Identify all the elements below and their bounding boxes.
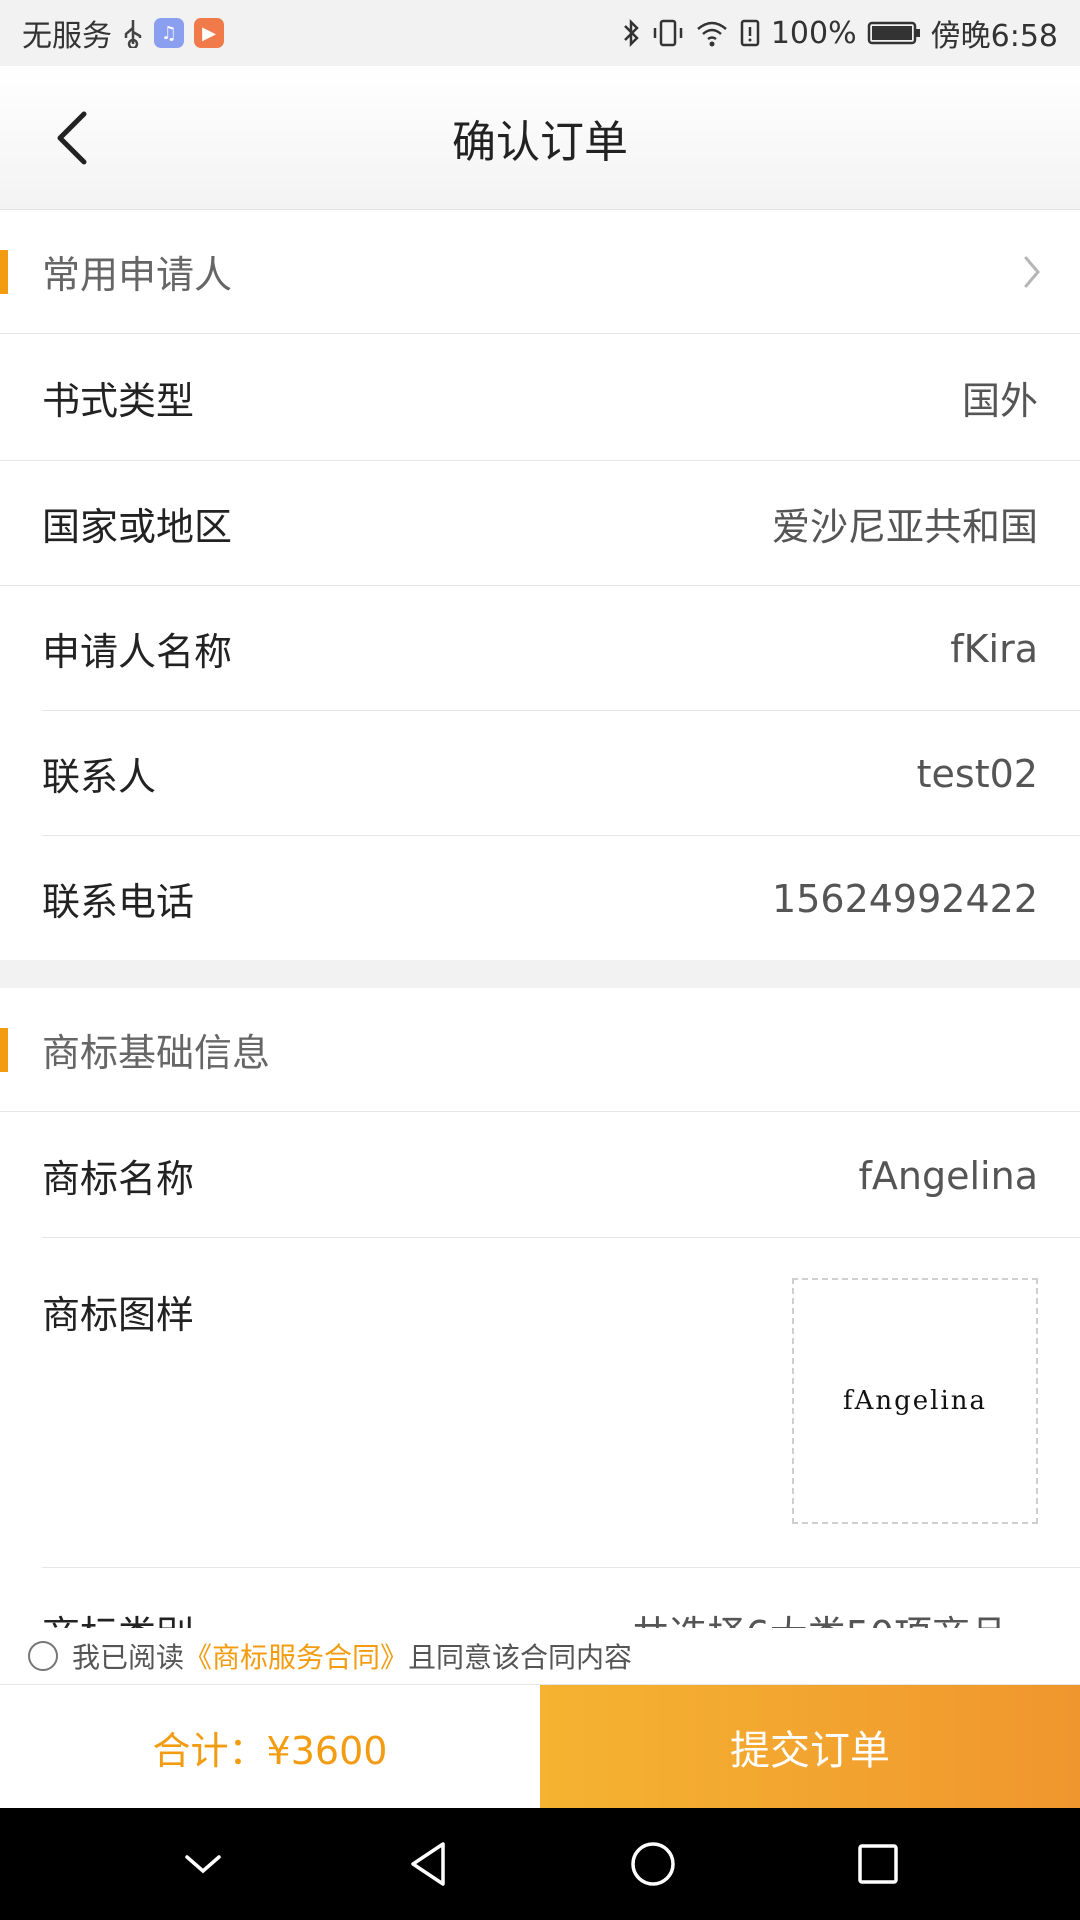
agreement-bar: 我已阅读 《商标服务合同》 且同意该合同内容	[0, 1628, 1080, 1684]
vibrate-icon	[651, 18, 685, 48]
row-label: 申请人名称	[42, 630, 233, 674]
phone-row: 联系电话 15624992422	[0, 836, 1080, 961]
square-recents-icon	[857, 1844, 898, 1884]
section-accent-bar	[0, 250, 8, 294]
section-accent-bar	[0, 1028, 8, 1072]
agreement-prefix: 我已阅读	[72, 1641, 185, 1674]
trademark-image-text: fAngelina	[842, 1386, 988, 1416]
total-price: 合计：¥3600	[0, 1685, 540, 1809]
agree-radio[interactable]	[28, 1641, 58, 1671]
submit-order-button[interactable]: 提交订单	[540, 1685, 1080, 1809]
usb-icon	[122, 18, 144, 48]
row-value: test02	[916, 751, 1038, 796]
circle-home-icon	[630, 1842, 675, 1886]
system-nav-bar	[0, 1808, 1080, 1920]
row-value: 15624992422	[772, 876, 1038, 921]
status-bar: 无服务 ♫ ▶ 100% 傍晚6:58	[0, 0, 1080, 66]
back-arrow-icon	[57, 111, 87, 165]
row-label: 商标名称	[42, 1157, 195, 1201]
row-label: 书式类型	[42, 379, 195, 423]
row-value: fAngelina	[858, 1153, 1038, 1198]
section-title: 常用申请人	[42, 253, 233, 297]
agreement-suffix: 且同意该合同内容	[408, 1641, 633, 1674]
sim-icon	[739, 18, 761, 48]
common-applicant-row[interactable]: 常用申请人	[0, 210, 1080, 334]
row-value: 国外	[961, 379, 1038, 423]
row-label: 商标类别	[42, 1604, 194, 1628]
contact-row: 联系人 test02	[0, 711, 1080, 836]
nav-home-button[interactable]	[613, 1824, 693, 1904]
chevron-down-icon	[184, 1855, 221, 1874]
carrier-text: 无服务	[22, 19, 112, 54]
nav-recents-button[interactable]	[838, 1824, 918, 1904]
video-app-icon: ▶	[194, 18, 224, 48]
bluetooth-icon	[621, 18, 641, 48]
row-value: 爱沙尼亚共和国	[771, 505, 1038, 549]
trademark-info-header: 商标基础信息	[0, 988, 1080, 1112]
row-value: fKira	[950, 626, 1038, 671]
row-label: 联系人	[42, 755, 157, 799]
applicant-name-row: 申请人名称 fKira	[0, 586, 1080, 711]
wifi-icon	[695, 18, 729, 48]
section-title: 商标基础信息	[42, 1031, 271, 1075]
divider	[42, 1567, 1080, 1568]
page-title: 确认订单	[452, 116, 628, 168]
trademark-category-row[interactable]: 商标类别 共选择6大类50项商品	[0, 1588, 1080, 1628]
row-label: 商标图样	[42, 1293, 195, 1337]
row-value: 共选择6大类50项商品	[631, 1604, 1008, 1628]
music-app-icon: ♫	[154, 18, 184, 48]
back-button[interactable]	[36, 102, 108, 174]
clock: 傍晚6:58	[930, 19, 1058, 54]
row-label: 国家或地区	[42, 505, 233, 549]
country-row: 国家或地区 爱沙尼亚共和国	[0, 461, 1080, 586]
section-gap	[0, 960, 1080, 988]
contract-link[interactable]: 《商标服务合同》	[184, 1636, 408, 1676]
row-label: 联系电话	[42, 880, 195, 924]
triangle-back-icon	[410, 1842, 445, 1886]
nav-back-button[interactable]	[388, 1824, 468, 1904]
top-app-bar: 确认订单	[0, 66, 1080, 210]
trademark-name-row: 商标名称 fAngelina	[0, 1113, 1080, 1238]
battery-icon	[867, 18, 921, 48]
battery-percent: 100%	[770, 15, 857, 51]
checkout-bar: 合计：¥3600 提交订单	[0, 1684, 1080, 1809]
chevron-right-icon	[1020, 250, 1044, 298]
document-type-row: 书式类型 国外	[0, 335, 1080, 460]
hide-keyboard-button[interactable]	[163, 1824, 243, 1904]
trademark-image: fAngelina	[792, 1278, 1038, 1524]
